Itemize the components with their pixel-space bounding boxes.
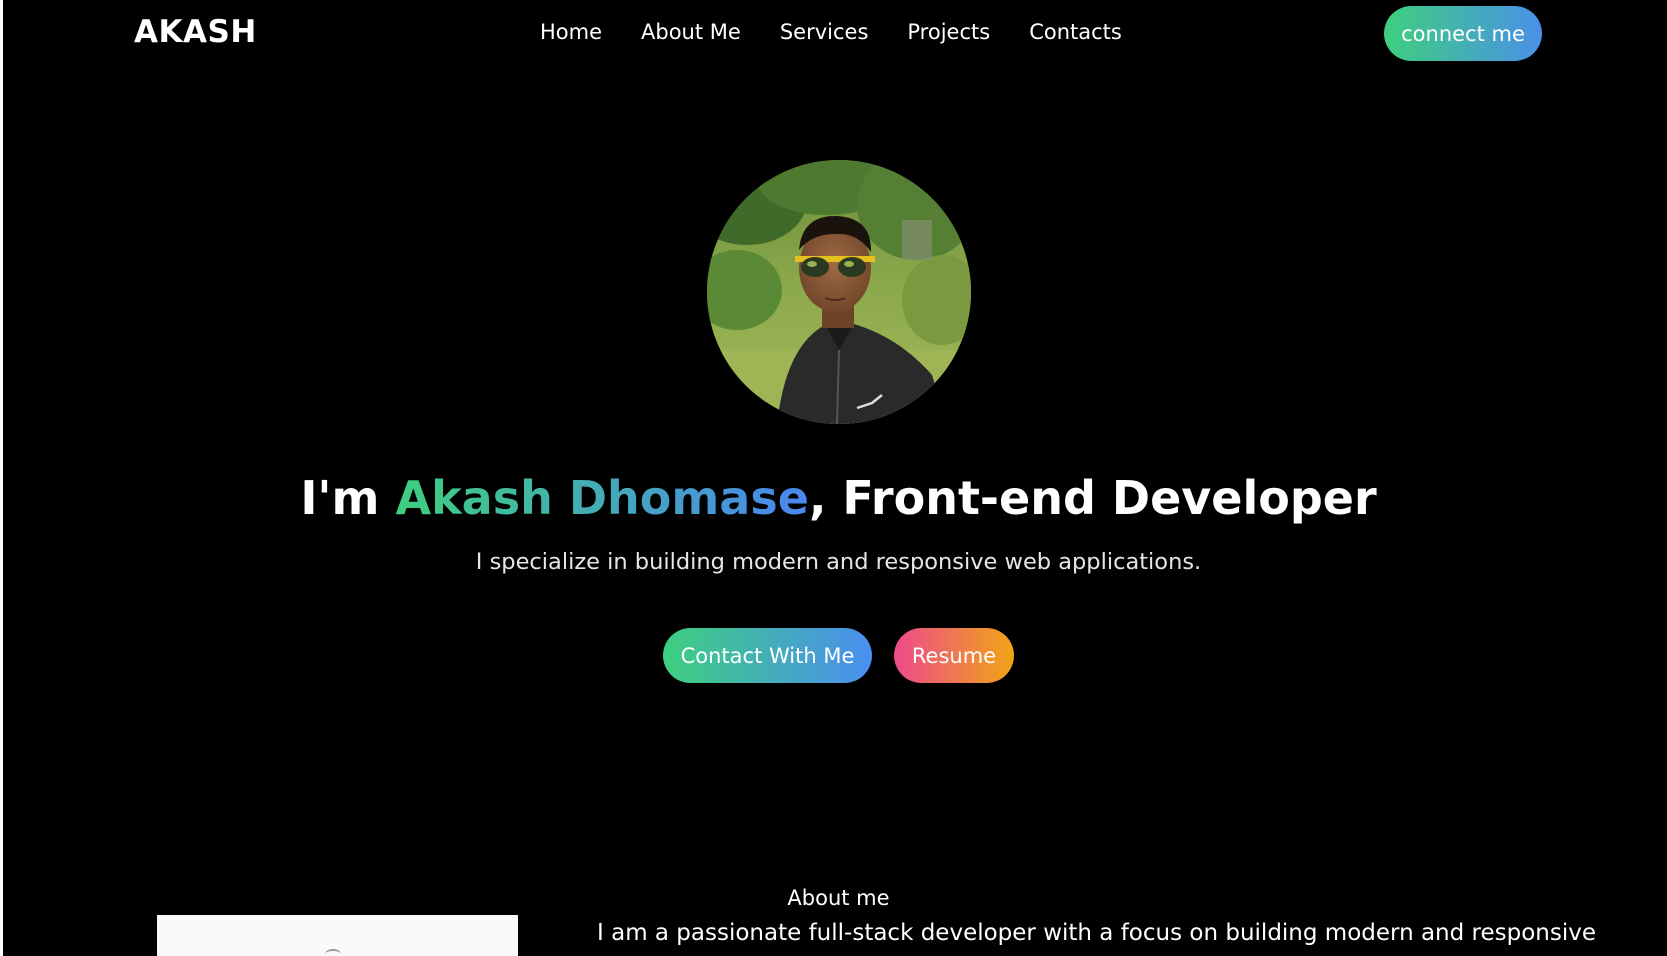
profile-avatar — [707, 160, 971, 424]
about-image-graphic-icon — [325, 949, 341, 956]
nav-item-contacts[interactable]: Contacts — [1029, 20, 1122, 44]
headline-suffix: , Front-end Developer — [808, 471, 1377, 525]
profile-photo-icon — [707, 160, 971, 424]
nav-item-home[interactable]: Home — [540, 20, 602, 44]
about-image — [157, 915, 518, 956]
headline-prefix: I'm — [300, 471, 396, 525]
hero-cta-row: Contact With Me Resume — [663, 628, 1014, 683]
nav-item-services[interactable]: Services — [780, 20, 869, 44]
contact-with-me-button[interactable]: Contact With Me — [663, 628, 872, 683]
nav-item-projects[interactable]: Projects — [907, 20, 990, 44]
resume-button[interactable]: Resume — [894, 628, 1014, 683]
about-text: I am a passionate full-stack developer w… — [597, 920, 1597, 946]
hero-subtitle: I specialize in building modern and resp… — [475, 549, 1202, 575]
nav-item-about-me[interactable]: About Me — [641, 20, 741, 44]
about-heading: About me — [787, 886, 890, 910]
headline-name: Akash Dhomase — [395, 471, 809, 525]
hero-headline: I'm Akash Dhomase, Front-end Developer — [0, 468, 1667, 528]
main-nav: Home About Me Services Projects Contacts — [540, 20, 1161, 44]
site-logo[interactable]: AKASH — [134, 14, 257, 50]
connect-me-button[interactable]: connect me — [1384, 6, 1542, 61]
page: AKASH Home About Me Services Projects Co… — [0, 0, 1667, 956]
